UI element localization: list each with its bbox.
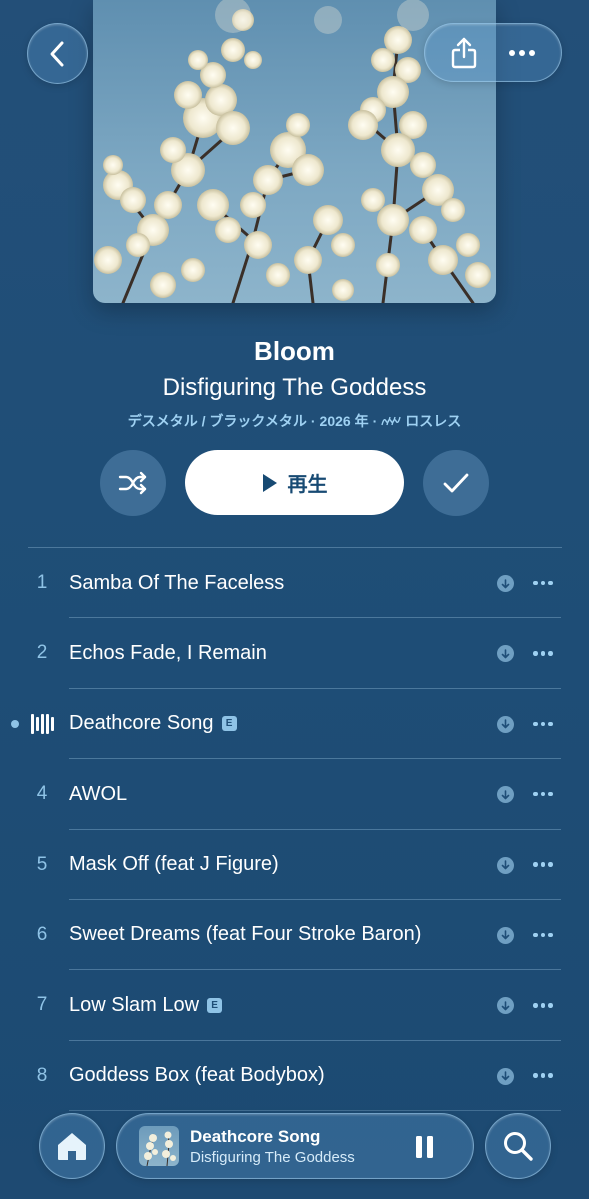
album-quality: ロスレス <box>405 413 462 429</box>
artist-name[interactable]: Disfiguring The Goddess <box>0 374 589 402</box>
meta-separator: · <box>310 413 316 429</box>
share-icon <box>451 37 477 68</box>
mini-player-title: Deathcore Song <box>190 1126 321 1146</box>
track-title: Low Slam Low <box>69 993 200 1016</box>
track-number: 6 <box>36 923 48 945</box>
track-list: 1 Samba Of The Faceless 2 Echos Fade, I Rem… <box>0 548 589 1112</box>
download-icon[interactable] <box>497 1067 514 1085</box>
download-icon[interactable] <box>497 575 514 592</box>
track-title-group: Low Slam Low E <box>69 970 223 1040</box>
chevron-left-icon <box>36 32 80 76</box>
pause-icon <box>415 1136 422 1158</box>
play-icon <box>262 473 277 492</box>
track-title-group: Sweet Dreams (feat Four Stroke Baron) <box>69 900 421 970</box>
track-title: Echos Fade, I Remain <box>69 641 267 664</box>
track-more-button[interactable] <box>530 643 556 663</box>
download-icon[interactable] <box>497 856 514 874</box>
explicit-badge: E <box>221 716 237 732</box>
track-row[interactable]: 4 AWOL <box>0 759 589 830</box>
track-more-button[interactable] <box>530 573 556 593</box>
search-icon <box>504 1132 533 1161</box>
track-row[interactable]: 1 Samba Of The Faceless <box>0 548 589 619</box>
track-number: 4 <box>36 783 48 805</box>
track-number: 2 <box>36 642 48 664</box>
track-more-button[interactable] <box>530 1066 556 1086</box>
track-title: Deathcore Song <box>69 712 214 735</box>
mini-player[interactable]: Deathcore Song Disfiguring The Goddess <box>116 1113 474 1179</box>
share-button[interactable] <box>442 31 486 75</box>
mini-player-text: Deathcore Song Disfiguring The Goddess <box>190 1127 355 1166</box>
track-row[interactable]: 7 Low Slam Low E <box>0 970 589 1041</box>
track-number: 7 <box>36 994 48 1016</box>
added-to-library-button[interactable] <box>423 450 489 516</box>
play-button[interactable]: 再生 <box>185 450 404 515</box>
track-title: AWOL <box>69 782 128 805</box>
download-icon[interactable] <box>497 997 514 1015</box>
mini-player-artist: Disfiguring The Goddess <box>190 1148 355 1166</box>
track-title-group: Echos Fade, I Remain <box>69 618 267 688</box>
checkmark-icon <box>443 473 469 493</box>
track-more-button[interactable] <box>530 855 556 875</box>
album-title: Bloom <box>254 336 335 366</box>
download-icon[interactable] <box>497 645 514 663</box>
meta-separator: · <box>372 413 378 429</box>
shuffle-button[interactable] <box>100 450 166 516</box>
track-title: Sweet Dreams (feat Four Stroke Baron) <box>69 923 422 946</box>
more-options-button[interactable] <box>500 31 544 75</box>
track-row[interactable]: 2 Echos Fade, I Remain <box>0 618 589 689</box>
album-meta: デスメタル / ブラックメタル · 2026 年 · ロスレス <box>0 411 589 431</box>
search-tab-button[interactable] <box>485 1113 551 1179</box>
now-playing-dot <box>11 719 19 728</box>
album-page: Bloom Disfiguring The Goddess デスメタル / ブラ… <box>0 0 589 1199</box>
track-more-button[interactable] <box>530 925 556 945</box>
download-icon[interactable] <box>497 786 514 804</box>
home-tab-button[interactable] <box>39 1113 105 1179</box>
track-title: Mask Off (feat J Figure) <box>69 853 279 876</box>
ellipsis-icon <box>509 49 535 56</box>
lossless-icon <box>381 416 401 426</box>
play-label: 再生 <box>287 474 328 496</box>
pause-icon <box>426 1136 433 1158</box>
track-row[interactable]: Deathcore Song E <box>0 689 589 760</box>
pause-button[interactable] <box>411 1134 437 1160</box>
track-title-group: Deathcore Song E <box>69 689 237 759</box>
back-button[interactable] <box>27 23 88 84</box>
home-icon <box>58 1133 86 1160</box>
track-number: 5 <box>36 853 48 875</box>
track-number: 1 <box>36 572 48 593</box>
track-title-group: Mask Off (feat J Figure) <box>69 830 279 900</box>
album-genre: デスメタル / ブラックメタル <box>127 413 307 429</box>
top-actions-group <box>424 23 562 82</box>
mini-player-artwork <box>139 1126 179 1166</box>
track-title-group: AWOL <box>69 759 127 829</box>
track-more-button[interactable] <box>530 784 556 804</box>
track-more-button[interactable] <box>530 714 556 734</box>
track-title: Samba Of The Faceless <box>69 571 285 594</box>
track-row[interactable]: 5 Mask Off (feat J Figure) <box>0 830 589 900</box>
track-row[interactable]: 6 Sweet Dreams (feat Four Stroke Baron) <box>0 900 589 971</box>
track-more-button[interactable] <box>530 995 556 1015</box>
download-icon[interactable] <box>497 926 514 944</box>
track-title: Goddess Box (feat Bodybox) <box>69 1064 325 1087</box>
album-year: 2026 年 <box>319 413 369 429</box>
track-title-group: Samba Of The Faceless <box>69 548 284 618</box>
download-icon[interactable] <box>497 715 514 733</box>
explicit-badge: E <box>207 997 223 1013</box>
now-playing-bars-icon <box>31 713 54 734</box>
shuffle-icon <box>118 471 147 495</box>
